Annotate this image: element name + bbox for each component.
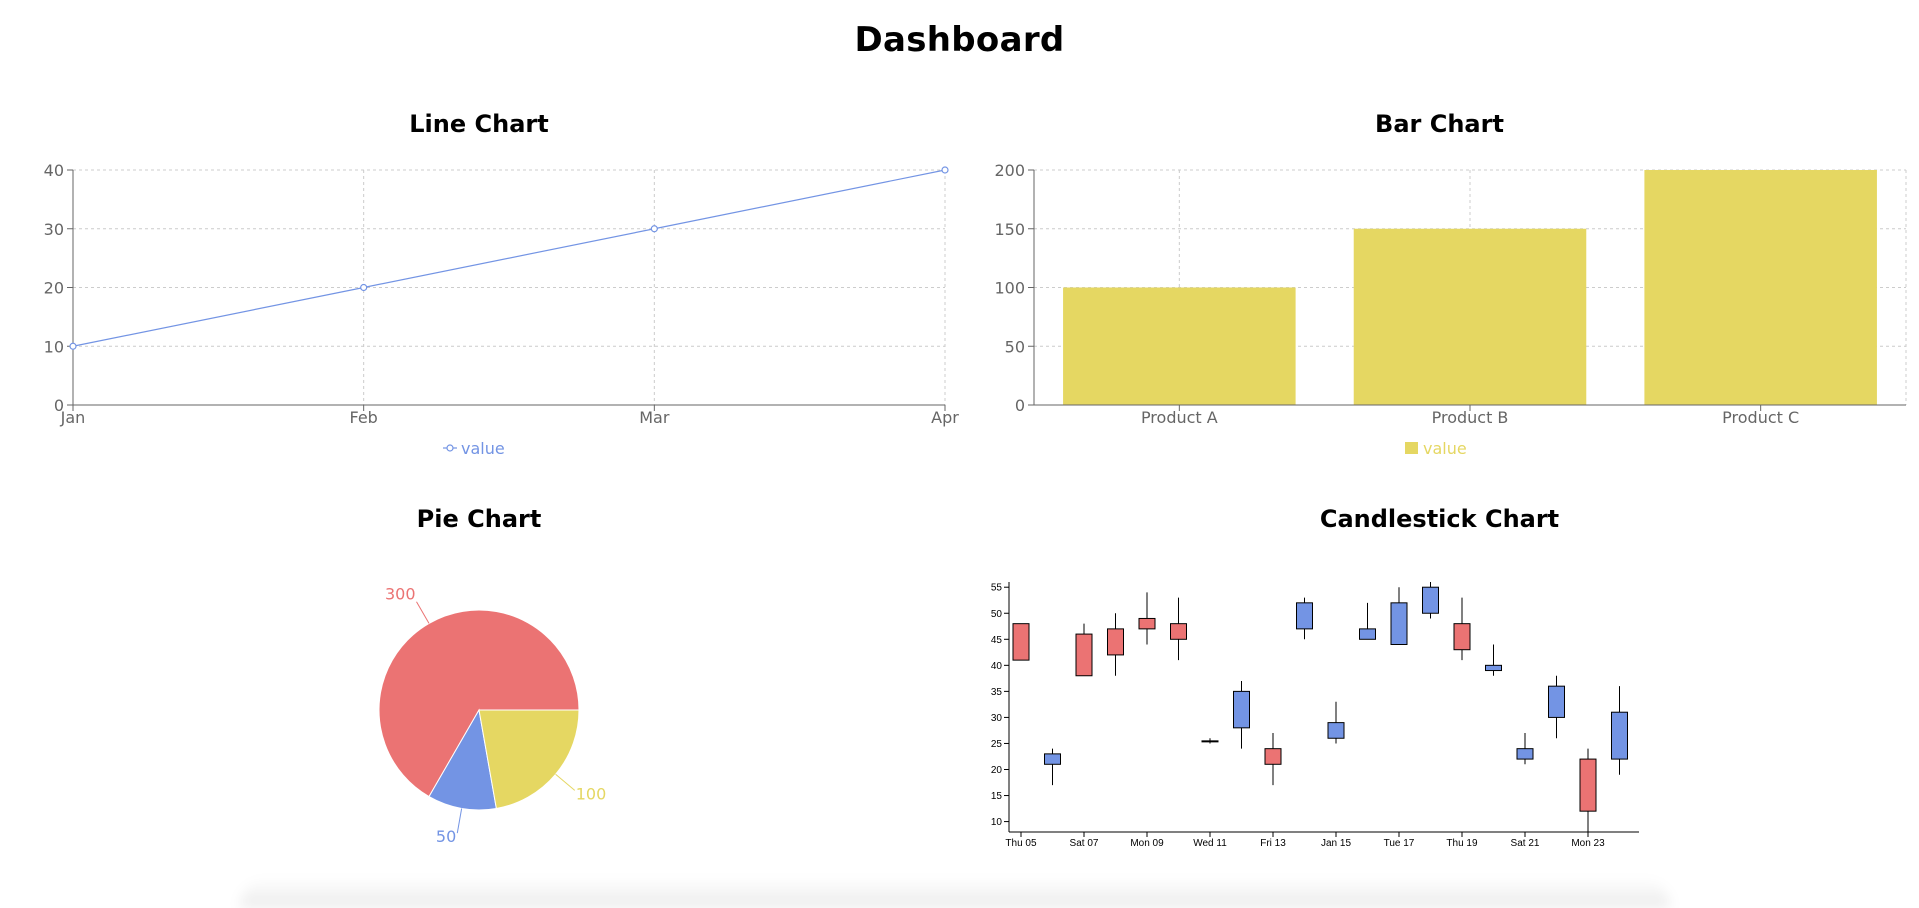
- line-data-point: [360, 283, 368, 292]
- candle-body: [1044, 753, 1061, 765]
- line-data-point: [941, 166, 949, 174]
- candle-body: [1233, 690, 1250, 729]
- pie-label-line: [555, 773, 576, 791]
- candle-body: [1516, 748, 1534, 760]
- candle-x-tick-label: Fri 13: [1260, 838, 1286, 849]
- line-y-tick-label: 20: [44, 279, 64, 298]
- pie-label-line: [456, 808, 463, 834]
- bar-y-tick-label: 150: [994, 220, 1025, 239]
- candle-x-tick-label: Sat 07: [1070, 838, 1099, 849]
- candle-y-tick-label: 10: [991, 817, 1003, 828]
- candle-x-tick-label: Wed 11: [1193, 838, 1227, 849]
- candle-y-tick-label: 45: [991, 635, 1003, 646]
- line-legend-label: value: [461, 439, 505, 458]
- candle-y-tick-label: 25: [991, 739, 1003, 750]
- candle-body: [1296, 602, 1313, 630]
- candle-body: [1075, 633, 1093, 677]
- bar-legend-swatch: [1405, 442, 1418, 454]
- pie-slice-label: 100: [576, 784, 607, 803]
- candle-body: [1107, 628, 1124, 656]
- candle-x-tick-label: Jan 15: [1321, 838, 1351, 849]
- candle-body: [1611, 711, 1628, 760]
- bar-x-tick-label: Product C: [1722, 408, 1799, 427]
- line-x-tick-label: Feb: [350, 408, 378, 427]
- candle-y-tick-label: 40: [991, 661, 1003, 672]
- line-x-tick-label: Jan: [60, 408, 86, 427]
- bar-y-tick-label: 200: [994, 161, 1025, 180]
- candle-body: [1138, 617, 1156, 630]
- line-series-path: [72, 169, 946, 347]
- pie-label-line: [416, 601, 430, 624]
- candle-x-tick-label: Thu 19: [1446, 838, 1478, 849]
- line-data-point: [69, 342, 77, 350]
- candle-body: [1201, 740, 1219, 743]
- candle-body: [1264, 748, 1282, 765]
- bar-rect: [1644, 170, 1877, 405]
- bar-rect: [1353, 228, 1587, 405]
- candle-x-tick-label: Sat 21: [1511, 838, 1540, 849]
- line-x-tick-label: Apr: [931, 408, 959, 427]
- pie-slice: [478, 709, 580, 810]
- candle-y-tick-label: 20: [991, 765, 1003, 776]
- candle-x-tick-label: Mon 23: [1571, 838, 1605, 849]
- candle-body: [1422, 586, 1439, 614]
- bar-y-tick-label: 100: [994, 279, 1025, 298]
- candle-body: [1170, 623, 1187, 640]
- charts-canvas: 010203040Jan Feb Mar Aprvalue050100150200Pr…: [44, 161, 1907, 849]
- candle-body: [1390, 602, 1408, 645]
- line-legend-swatch-dot: [446, 444, 454, 452]
- candle-y-tick-label: 15: [991, 791, 1003, 802]
- candle-body: [1579, 758, 1597, 812]
- candle-body: [1012, 623, 1030, 661]
- candle-x-tick-label: Tue 17: [1384, 838, 1415, 849]
- candle-body: [1359, 628, 1376, 640]
- candle-y-tick-label: 30: [991, 713, 1003, 724]
- line-y-tick-label: 30: [44, 220, 64, 239]
- line-data-point: [650, 225, 658, 233]
- candle-x-tick-label: Thu 05: [1005, 838, 1037, 849]
- bar-y-tick-label: 50: [1005, 337, 1025, 356]
- candle-y-tick-label: 50: [991, 609, 1003, 620]
- candle-body: [1548, 685, 1565, 718]
- pie-slice-label: 300: [385, 585, 416, 604]
- line-y-tick-label: 10: [44, 337, 64, 356]
- bar-x-tick-label: Product A: [1141, 408, 1218, 427]
- bar-x-tick-label: Product B: [1432, 408, 1509, 427]
- candle-body: [1453, 623, 1471, 651]
- line-x-tick-label: Mar: [639, 408, 670, 427]
- candle-body: [1485, 664, 1502, 672]
- bar-rect: [1063, 287, 1296, 405]
- candle-y-tick-label: 35: [991, 687, 1003, 698]
- candle-x-tick-label: Mon 09: [1130, 838, 1164, 849]
- line-y-tick-label: 40: [44, 161, 64, 180]
- pie-slice-label: 50: [436, 827, 456, 846]
- bar-y-tick-label: 0: [1015, 396, 1025, 415]
- candle-body: [1327, 722, 1345, 739]
- candle-y-tick-label: 55: [991, 583, 1003, 594]
- bar-legend-label: value: [1423, 439, 1467, 458]
